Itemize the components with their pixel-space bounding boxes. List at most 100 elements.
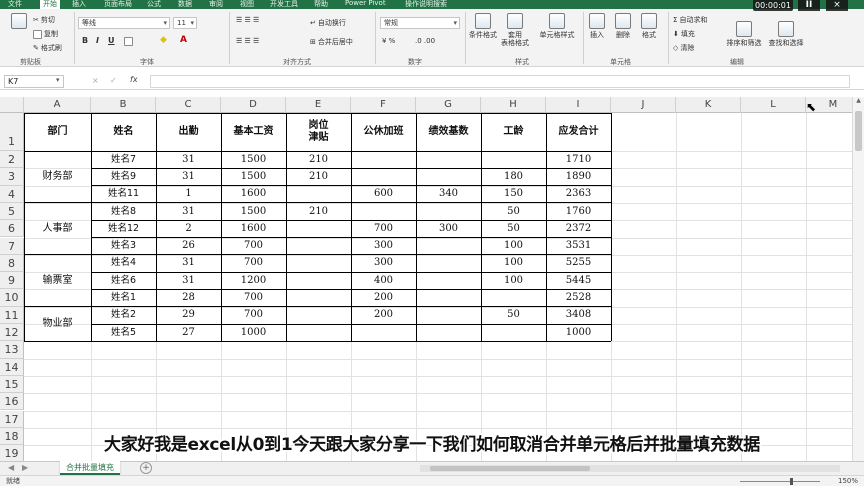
table-cell[interactable]: 1760 — [546, 203, 611, 220]
table-cell[interactable]: 27 — [156, 324, 221, 341]
table-header-cell[interactable]: 出勤 — [156, 113, 221, 151]
table-cell[interactable] — [481, 289, 546, 306]
paste-button[interactable] — [4, 13, 34, 31]
row-header[interactable]: 1 — [0, 113, 24, 151]
vertical-scrollbar[interactable]: ▲ — [852, 97, 864, 461]
table-cell[interactable]: 29 — [156, 307, 221, 324]
name-box[interactable]: K7 — [4, 75, 64, 88]
sheet-prev-icon[interactable]: ◀ — [8, 463, 14, 472]
table-cell[interactable]: 50 — [481, 203, 546, 220]
table-cell[interactable] — [351, 151, 416, 168]
column-header[interactable]: A — [24, 97, 91, 113]
table-cell[interactable]: 210 — [286, 168, 351, 185]
table-cell[interactable] — [416, 151, 481, 168]
department-cell[interactable]: 财务部 — [24, 151, 91, 203]
table-cell[interactable]: 300 — [351, 255, 416, 272]
ribbon-tab[interactable]: 操作说明搜索 — [405, 0, 447, 9]
zoom-slider[interactable] — [740, 481, 820, 482]
table-cell[interactable] — [286, 255, 351, 272]
column-header[interactable]: K — [676, 97, 741, 113]
name-cell[interactable]: 姓名2 — [91, 307, 156, 324]
table-header-cell[interactable]: 姓名 — [91, 113, 156, 151]
fill-color-button[interactable]: ◆ — [160, 35, 167, 45]
table-cell[interactable]: 100 — [481, 238, 546, 255]
table-cell[interactable] — [351, 168, 416, 185]
table-cell[interactable] — [416, 307, 481, 324]
name-cell[interactable]: 姓名5 — [91, 324, 156, 341]
table-cell[interactable]: 2372 — [546, 220, 611, 237]
table-cell[interactable] — [481, 324, 546, 341]
table-cell[interactable] — [286, 186, 351, 203]
table-cell[interactable]: 1500 — [221, 151, 286, 168]
department-cell[interactable]: 物业部 — [24, 307, 91, 342]
table-cell[interactable]: 28 — [156, 289, 221, 306]
delete-cells-button[interactable]: 删除 — [611, 13, 635, 39]
horizontal-scrollbar[interactable] — [420, 465, 840, 472]
sheet-tab[interactable]: 合并批量填充 — [60, 461, 120, 475]
ribbon-tab[interactable]: 文件 — [8, 0, 22, 9]
table-cell[interactable]: 700 — [351, 220, 416, 237]
format-painter-button[interactable]: ✎ 格式刷 — [33, 43, 62, 53]
table-cell[interactable]: 1200 — [221, 272, 286, 289]
zoom-slider-knob[interactable] — [790, 478, 793, 485]
video-pause-button[interactable]: II — [798, 0, 820, 11]
table-cell[interactable]: 1600 — [221, 220, 286, 237]
autosum-button[interactable]: Σ 自动求和 — [673, 15, 707, 25]
wrap-text-button[interactable]: ↵ 自动换行 — [310, 18, 346, 28]
table-cell[interactable]: 1600 — [221, 186, 286, 203]
name-cell[interactable]: 姓名9 — [91, 168, 156, 185]
ribbon-tab[interactable]: 审阅 — [209, 0, 223, 9]
table-cell[interactable] — [416, 324, 481, 341]
table-cell[interactable]: 210 — [286, 203, 351, 220]
column-header[interactable]: J — [611, 97, 676, 113]
table-cell[interactable]: 31 — [156, 272, 221, 289]
table-cell[interactable] — [286, 324, 351, 341]
number-format-select[interactable]: 常规 — [380, 17, 460, 29]
name-cell[interactable]: 姓名8 — [91, 203, 156, 220]
ribbon-tab[interactable]: 页面布局 — [104, 0, 132, 9]
table-cell[interactable]: 340 — [416, 186, 481, 203]
table-cell[interactable]: 400 — [351, 272, 416, 289]
table-cell[interactable]: 50 — [481, 307, 546, 324]
cut-button[interactable]: ✂ 剪切 — [33, 15, 55, 25]
table-cell[interactable]: 210 — [286, 151, 351, 168]
row-header[interactable]: 15 — [0, 375, 24, 394]
table-cell[interactable]: 100 — [481, 255, 546, 272]
table-cell[interactable]: 2363 — [546, 186, 611, 203]
table-header-cell[interactable]: 基本工资 — [221, 113, 286, 151]
row-header[interactable]: 17 — [0, 410, 24, 428]
table-cell[interactable]: 1500 — [221, 203, 286, 220]
ribbon-tab[interactable]: 开始 — [40, 0, 60, 9]
table-cell[interactable]: 1000 — [221, 324, 286, 341]
table-cell[interactable] — [351, 203, 416, 220]
table-cell[interactable]: 2 — [156, 220, 221, 237]
table-cell[interactable]: 1 — [156, 186, 221, 203]
copy-button[interactable]: 复制 — [33, 29, 58, 39]
scrollbar-thumb[interactable] — [430, 466, 590, 471]
chevron-down-icon[interactable]: ▾ — [56, 76, 60, 84]
clear-button[interactable]: ◇ 清除 — [673, 43, 694, 53]
column-header[interactable]: D — [221, 97, 286, 113]
table-cell[interactable]: 50 — [481, 220, 546, 237]
row-header[interactable]: 3 — [0, 168, 24, 186]
underline-button[interactable]: U — [108, 36, 115, 45]
table-header-cell[interactable]: 公休加班 — [351, 113, 416, 151]
scroll-up-icon[interactable]: ▲ — [853, 97, 864, 108]
table-cell[interactable]: 700 — [221, 307, 286, 324]
column-header[interactable]: L — [741, 97, 806, 113]
fill-button[interactable]: ⬇ 填充 — [673, 29, 695, 39]
column-header[interactable]: B — [91, 97, 156, 113]
cell-styles-button[interactable]: 单元格样式 — [538, 13, 576, 39]
table-cell[interactable]: 1890 — [546, 168, 611, 185]
align-left-button[interactable]: ☰ ☰ ☰ — [236, 37, 259, 45]
name-cell[interactable]: 姓名3 — [91, 238, 156, 255]
table-cell[interactable]: 700 — [221, 238, 286, 255]
select-all-corner[interactable] — [0, 97, 24, 113]
ribbon-tab[interactable]: Power Pivot — [345, 0, 386, 7]
table-cell[interactable]: 200 — [351, 289, 416, 306]
table-cell[interactable]: 150 — [481, 186, 546, 203]
row-header[interactable]: 8 — [0, 254, 24, 273]
table-cell[interactable]: 200 — [351, 307, 416, 324]
table-header-cell[interactable]: 绩效基数 — [416, 113, 481, 151]
font-color-button[interactable]: A — [180, 35, 187, 45]
